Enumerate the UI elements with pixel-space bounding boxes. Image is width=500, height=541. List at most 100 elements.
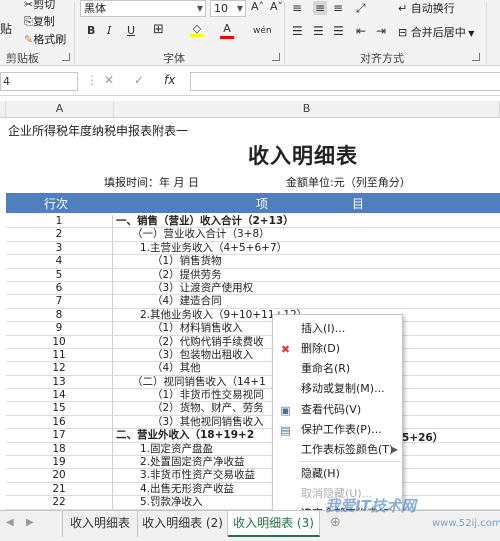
worksheet[interactable]: 企业所得税年度纳税申报表附表一 收入明细表 填报时间：年 月 日 金额单位:元（… bbox=[0, 118, 500, 510]
item-cell: 2.处置固定资产净收益 bbox=[140, 456, 245, 469]
align-top-button[interactable]: ≡ bbox=[292, 1, 302, 15]
column-header-b[interactable]: B bbox=[114, 101, 500, 118]
page-title: 收入明细表 bbox=[248, 144, 358, 168]
font-launcher-icon[interactable] bbox=[272, 53, 280, 61]
orientation-button[interactable]: ⤢ bbox=[356, 1, 366, 15]
table-row[interactable]: 8 2.其他业务收入（9+10+11+12） bbox=[6, 308, 500, 323]
income-table: 1 一、销售（营业）收入合计（2+13） 2 （一）营业收入合计（3+8） 3 1.主营业… bbox=[6, 215, 500, 510]
context-menu-item[interactable]: 工作表标签颜色(T) ▶ bbox=[273, 440, 404, 460]
align-right-button[interactable]: ☰ bbox=[333, 24, 344, 38]
table-row[interactable]: 9 （1）材料销售收入 bbox=[6, 322, 500, 336]
font-size-select[interactable]: 10 ▼ bbox=[210, 0, 246, 17]
shrink-font-button[interactable]: A˅ bbox=[270, 0, 283, 14]
formula-bar: 4 ⋮ ✕ ✓ fx bbox=[0, 66, 500, 96]
italic-button[interactable]: I bbox=[107, 24, 111, 38]
row-no-header: 行次 bbox=[44, 197, 69, 211]
merge-icon: ⊟ bbox=[398, 26, 411, 39]
column-header-a[interactable]: A bbox=[6, 101, 114, 118]
table-row[interactable]: 6 （3）让渡资产使用权 bbox=[6, 281, 500, 296]
cut-button[interactable]: ✂剪切 bbox=[24, 0, 55, 12]
clipboard-launcher-icon[interactable] bbox=[62, 53, 70, 61]
add-sheet-icon[interactable]: ⊕ bbox=[330, 515, 341, 530]
context-menu-item[interactable]: ✖ 删除(D) bbox=[273, 339, 404, 359]
table-row[interactable]: 19 2.处置固定资产净收益 bbox=[6, 456, 500, 470]
context-menu-label: 查看代码(V) bbox=[301, 403, 362, 416]
underline-button[interactable]: U bbox=[127, 24, 135, 38]
clipboard-group-label: 剪贴板 bbox=[6, 52, 39, 65]
table-row[interactable]: 16 （3）其他视同销售收入 bbox=[6, 415, 500, 430]
decrease-indent-button[interactable]: ⇤ bbox=[356, 24, 366, 38]
context-menu-item[interactable]: 移动或复制(M)... bbox=[273, 379, 404, 399]
format-painter-button[interactable]: ✎格式刷 bbox=[24, 31, 66, 47]
row-number-cell: 4 bbox=[6, 255, 113, 269]
context-menu-item[interactable]: ▤ 保护工作表(P)... bbox=[273, 420, 404, 440]
table-row[interactable]: 10 （2）代购代销手续费收 bbox=[6, 335, 500, 349]
row-number-cell: 2 bbox=[6, 228, 113, 242]
table-row[interactable]: 14 （1）非货币性交易视同 bbox=[6, 389, 500, 403]
table-row[interactable]: 12 （4）其他 bbox=[6, 362, 500, 376]
tab-sheet-1[interactable]: 收入明细表 bbox=[62, 511, 138, 537]
item-cell: （二）视同销售收入（14+1 bbox=[132, 375, 266, 388]
align-bottom-button[interactable]: ≡ bbox=[333, 1, 343, 15]
table-row[interactable]: 13 （二）视同销售收入（14+1 bbox=[6, 375, 500, 390]
copy-button[interactable]: ⎘复制 bbox=[24, 13, 55, 29]
font-color-button[interactable]: A bbox=[220, 22, 234, 39]
item-cell: 二、营业外收入（18+19+2 bbox=[116, 429, 255, 442]
table-row[interactable]: 21 4.出售无形资产收益 bbox=[6, 482, 500, 497]
align-left-button[interactable]: ☰ bbox=[292, 24, 303, 38]
border-button[interactable]: ⊞ bbox=[153, 23, 164, 37]
protect-sheet-icon: ▤ bbox=[280, 424, 291, 437]
row-number-cell: 16 bbox=[6, 415, 113, 429]
phonetic-button[interactable]: wén bbox=[253, 24, 272, 38]
table-row[interactable]: 3 1.主营业务收入（4+5+6+7） bbox=[6, 241, 500, 256]
item-cell: （2）提供劳务 bbox=[152, 268, 222, 281]
row-number-cell: 19 bbox=[6, 456, 113, 470]
increase-indent-button[interactable]: ⇥ bbox=[376, 24, 386, 38]
item-cell: （3）其他视同销售收入 bbox=[152, 415, 264, 428]
chevron-down-icon: ▼ bbox=[236, 4, 243, 13]
align-center-button[interactable]: ☰ bbox=[313, 24, 324, 38]
grow-font-button[interactable]: A˄ bbox=[251, 0, 264, 14]
name-box[interactable]: 4 bbox=[0, 72, 78, 91]
wrap-text-button[interactable]: ↵ 自动换行 bbox=[398, 0, 455, 16]
item-cell: （2）代购代销手续费收 bbox=[152, 335, 264, 348]
menu-separator bbox=[299, 461, 401, 462]
table-row[interactable]: 15 （2）货物、财产、劳务 bbox=[6, 402, 500, 416]
cancel-icon[interactable]: ✕ bbox=[104, 73, 114, 87]
paste-button[interactable]: 贴 bbox=[0, 20, 12, 37]
merge-center-button[interactable]: ⊟ 合并后居中 ▼ bbox=[398, 24, 474, 40]
formula-input[interactable] bbox=[190, 72, 500, 91]
tab-sheet-3[interactable]: 收入明细表 (3) bbox=[228, 511, 320, 537]
tab-sheet-2[interactable]: 收入明细表 (2) bbox=[138, 511, 228, 537]
item-cell: （1）材料销售收入 bbox=[152, 322, 243, 335]
alignment-launcher-icon[interactable] bbox=[472, 53, 480, 61]
table-row[interactable]: 11 （3）包装物出租收入 bbox=[6, 348, 500, 363]
table-row[interactable]: 7 （4）建造合同 bbox=[6, 295, 500, 309]
item-cell: （一）营业收入合计（3+8） bbox=[132, 228, 270, 241]
table-row[interactable]: 4 （1）销售货物 bbox=[6, 255, 500, 269]
context-menu-item[interactable]: 插入(I)... bbox=[273, 319, 404, 339]
enter-icon[interactable]: ✓ bbox=[134, 73, 144, 87]
table-row[interactable]: 2 （一）营业收入合计（3+8） bbox=[6, 228, 500, 242]
table-row[interactable]: 22 5.罚款净收入 bbox=[6, 496, 500, 510]
font-name-select[interactable]: 黑体 ▼ bbox=[80, 0, 206, 17]
context-menu-item[interactable]: 隐藏(H) bbox=[273, 464, 404, 484]
sheet-tab-bar: ◀ ▶ 收入明细表 收入明细表 (2) 收入明细表 (3) ⊕ bbox=[0, 510, 500, 541]
insert-function-icon[interactable]: fx bbox=[164, 73, 175, 87]
row-number-cell: 6 bbox=[6, 281, 113, 295]
tab-scroll-left-icon[interactable]: ◀ bbox=[6, 517, 14, 528]
context-menu-label: 保护工作表(P)... bbox=[301, 423, 382, 436]
table-row[interactable]: 20 3.非货币性资产交易收益 bbox=[6, 469, 500, 483]
more-icon: ⋮ bbox=[86, 73, 98, 87]
context-menu-item[interactable]: 重命名(R) bbox=[273, 359, 404, 379]
bold-button[interactable]: B bbox=[87, 24, 95, 38]
table-row[interactable]: 1 一、销售（营业）收入合计（2+13） bbox=[6, 215, 500, 229]
row-number-cell: 9 bbox=[6, 322, 113, 336]
align-middle-button[interactable]: ≡ bbox=[313, 1, 327, 15]
fill-color-button[interactable]: ◇ bbox=[190, 22, 204, 37]
row-number-cell: 21 bbox=[6, 482, 113, 496]
tab-scroll-right-icon[interactable]: ▶ bbox=[26, 517, 34, 528]
table-row[interactable]: 5 （2）提供劳务 bbox=[6, 268, 500, 282]
context-menu-item[interactable]: ▣ 查看代码(V) bbox=[273, 400, 404, 420]
row-number-cell: 15 bbox=[6, 402, 113, 416]
